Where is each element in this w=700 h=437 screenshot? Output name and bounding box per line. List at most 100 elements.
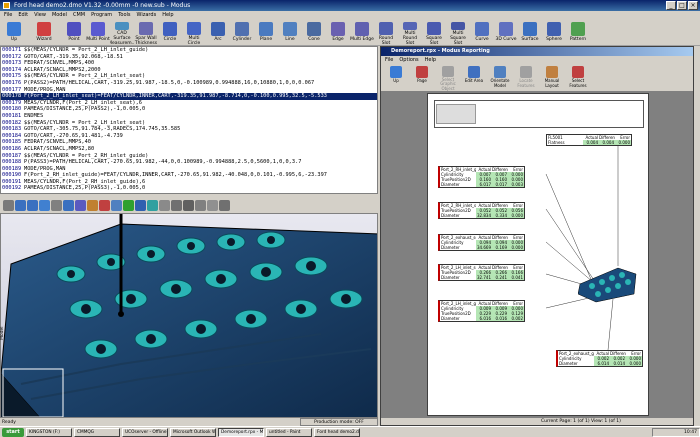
code-line[interactable]: 000187 $$(MEAS/CYLNDR = Port_2_RH_inlet_g… (1, 153, 377, 160)
code-line[interactable]: 000175 $$(MEAS/CYLNDR = Port_2_LH_inlet_s… (1, 73, 377, 80)
code-line[interactable]: 000179 MEAS/CYLNDR,F(Port_2_LH_inlet_seat… (1, 100, 377, 107)
code-line[interactable]: 000189 MODE/PROG,MAN (1, 166, 377, 173)
view-tool-icon[interactable] (147, 200, 158, 211)
code-line[interactable]: 000171 $$(MEAS/CYLNDR = Port_2_LH_inlet_g… (1, 47, 377, 54)
taskbar-item[interactable]: KINGSTON (F:) (26, 427, 72, 437)
code-line[interactable]: 000180 PAMEAS/DISTANCE,25,P(PASS2),-1,0.0… (1, 106, 377, 113)
view-tool-icon[interactable] (219, 200, 230, 211)
toolbar-button-3d-curve[interactable]: 3D Curve (494, 20, 518, 46)
code-line[interactable]: 000185 FEDRAT/SCNVEL,MMPS,40 (1, 139, 377, 146)
program-editor[interactable]: 000171 $$(MEAS/CYLNDR = Port_2_LH_inlet_g… (0, 46, 378, 194)
report-menu-item-help[interactable]: Help (425, 56, 436, 64)
taskbar-item[interactable]: CMMQG (74, 427, 120, 437)
view-tool-icon[interactable] (123, 200, 134, 211)
taskbar-item[interactable]: untitled - Paint (266, 427, 312, 437)
minimize-button[interactable]: _ (666, 1, 676, 10)
close-button[interactable]: × (688, 1, 698, 10)
taskbar-item[interactable]: Demoreport.rpx - Modu... (218, 427, 264, 437)
code-line[interactable]: 000190 F(Port_2_RH_inlet_guide)=FEAT/CYLN… (1, 172, 377, 179)
view-tool-icon[interactable] (171, 200, 182, 211)
menu-item-wizards[interactable]: Wizards (137, 11, 157, 20)
menu-item-edit[interactable]: Edit (18, 11, 28, 20)
code-line[interactable]: 000186 ACLRAT/SCNACL,MMPS2,80 (1, 146, 377, 153)
menu-item-file[interactable]: File (4, 11, 12, 20)
toolbar-button-wizard[interactable]: Wizard (32, 20, 56, 46)
start-button[interactable]: start (2, 427, 24, 437)
code-line[interactable]: 000184 GOTO/CART,-270.65,91.481,-4.739 (1, 133, 377, 140)
code-line[interactable]: 000182 $$(MEAS/CYLNDR = Port_2_LH_inlet_s… (1, 120, 377, 127)
code-line[interactable]: 000183 GOTO/CART,-305.75,91.784,-3,RADECS… (1, 126, 377, 133)
toolbar-button-cylinder[interactable]: Cylinder (230, 20, 254, 46)
report-page[interactable]: FL5001ActualDifferenceErrorFlatness0.004… (427, 93, 649, 416)
view-tool-icon[interactable] (183, 200, 194, 211)
report-menu-item-file[interactable]: File (385, 56, 393, 64)
view-tool-icon[interactable] (75, 200, 86, 211)
toolbar-button-multi-square-slot[interactable]: Multi Square Slot (446, 20, 470, 46)
report-menu-item-options[interactable]: Options (399, 56, 418, 64)
view-tool-icon[interactable] (159, 200, 170, 211)
menu-item-cmm[interactable]: CMM (73, 11, 85, 20)
toolbar-button-multi-point[interactable]: Multi Point (86, 20, 110, 46)
view-tool-icon[interactable] (39, 200, 50, 211)
report-tool-edit-area[interactable]: Edit Area (461, 64, 487, 91)
code-line[interactable]: 000173 FEDRAT/SCNVEL,MMPS,400 (1, 60, 377, 67)
toolbar-button-cad-surface-measurem-[interactable]: CAD Surface Measurem... (110, 20, 134, 46)
code-line[interactable]: 000172 GOTO/CART,-319.35,92.068,-18.51 (1, 54, 377, 61)
toolbar-button-multi-circle[interactable]: Multi Circle (182, 20, 206, 46)
code-line[interactable]: 000181 ENDMES (1, 113, 377, 120)
code-line[interactable]: 000188 P(PASS3)=PATH/HELICAL,CART,-270.65… (1, 159, 377, 166)
toolbar-button-multi-round-slot[interactable]: Multi Round Slot (398, 20, 422, 46)
toolbar-button-multi-edge[interactable]: Multi Edge (350, 20, 374, 46)
report-tool-select-features[interactable]: Select Features (565, 64, 591, 91)
toolbar-button-circle[interactable]: Circle (158, 20, 182, 46)
report-tool-up[interactable]: Up (383, 64, 409, 91)
maximize-button[interactable]: □ (677, 1, 687, 10)
code-line[interactable]: 000178 F(Port_2_LH_inlet_seat)=FEAT/CYLND… (1, 93, 377, 100)
view-tool-icon[interactable] (135, 200, 146, 211)
taskbar-item[interactable]: UCOserver - Offline - E... (122, 427, 168, 437)
report-tool-manual-layout[interactable]: Manual Layout (539, 64, 565, 91)
code-line[interactable]: 000176 P(PASS2)=PATH/HELICAL,CART,-319.25… (1, 80, 377, 87)
model-viewport[interactable] (0, 213, 378, 418)
view-tool-icon[interactable] (111, 200, 122, 211)
view-tool-icon[interactable] (15, 200, 26, 211)
toolbar-button-edge[interactable]: Edge (326, 20, 350, 46)
view-tool-icon[interactable] (195, 200, 206, 211)
view-tool-icon[interactable] (99, 200, 110, 211)
toolbar-button-point[interactable]: Point (62, 20, 86, 46)
report-tool-orientate-model[interactable]: Orientate Model (487, 64, 513, 91)
menu-item-tools[interactable]: Tools (118, 11, 130, 20)
code-line[interactable]: 000177 MODE/PROG,MAN (1, 87, 377, 94)
view-tool-icon[interactable] (207, 200, 218, 211)
view-tool-icon[interactable] (63, 200, 74, 211)
menu-item-help[interactable]: Help (162, 11, 173, 20)
toolbar-button-cone[interactable]: Cone (302, 20, 326, 46)
toolbar-button-surface[interactable]: Surface (518, 20, 542, 46)
code-line[interactable]: 000191 MEAS/CYLNDR,F(Port_2_RH_inlet_guid… (1, 179, 377, 186)
menu-item-program[interactable]: Program (91, 11, 112, 20)
model-side-tab[interactable]: Model (0, 300, 7, 340)
toolbar-button-round-slot[interactable]: Round Slot (374, 20, 398, 46)
toolbar-button-square-slot[interactable]: Square Slot (422, 20, 446, 46)
view-tool-icon[interactable] (3, 200, 14, 211)
report-tool-select-graphic-object[interactable]: Select Graphic Object (435, 64, 461, 91)
toolbar-button-line[interactable]: Line (278, 20, 302, 46)
menu-item-model[interactable]: Model (52, 11, 67, 20)
code-line[interactable]: 000192 PAMEAS/DISTANCE,25,P(PASS3),-1,0.0… (1, 185, 377, 192)
toolbar-button-spar-wall-thickness[interactable]: Spar Wall Thickness (134, 20, 158, 46)
code-line[interactable]: 000174 ACLRAT/SCNACL,MMPS2,2000 (1, 67, 377, 74)
taskbar-item[interactable]: Ford head demo2.dmo - N... (314, 427, 360, 437)
toolbar-button-sphere[interactable]: Sphere (542, 20, 566, 46)
toolbar-button-up[interactable]: Up (2, 20, 26, 46)
view-tool-icon[interactable] (27, 200, 38, 211)
toolbar-button-plane[interactable]: Plane (254, 20, 278, 46)
menu-item-view[interactable]: View (34, 11, 46, 20)
report-tool-page[interactable]: Page (409, 64, 435, 91)
toolbar-button-arc[interactable]: Arc (206, 20, 230, 46)
taskbar-item[interactable]: Microsoft Outlook Web A... (170, 427, 216, 437)
toolbar-button-pattern[interactable]: Pattern (566, 20, 590, 46)
report-tool-locate-features[interactable]: Locate Features (513, 64, 539, 91)
view-tool-icon[interactable] (87, 200, 98, 211)
view-tool-icon[interactable] (51, 200, 62, 211)
toolbar-button-curve[interactable]: Curve (470, 20, 494, 46)
